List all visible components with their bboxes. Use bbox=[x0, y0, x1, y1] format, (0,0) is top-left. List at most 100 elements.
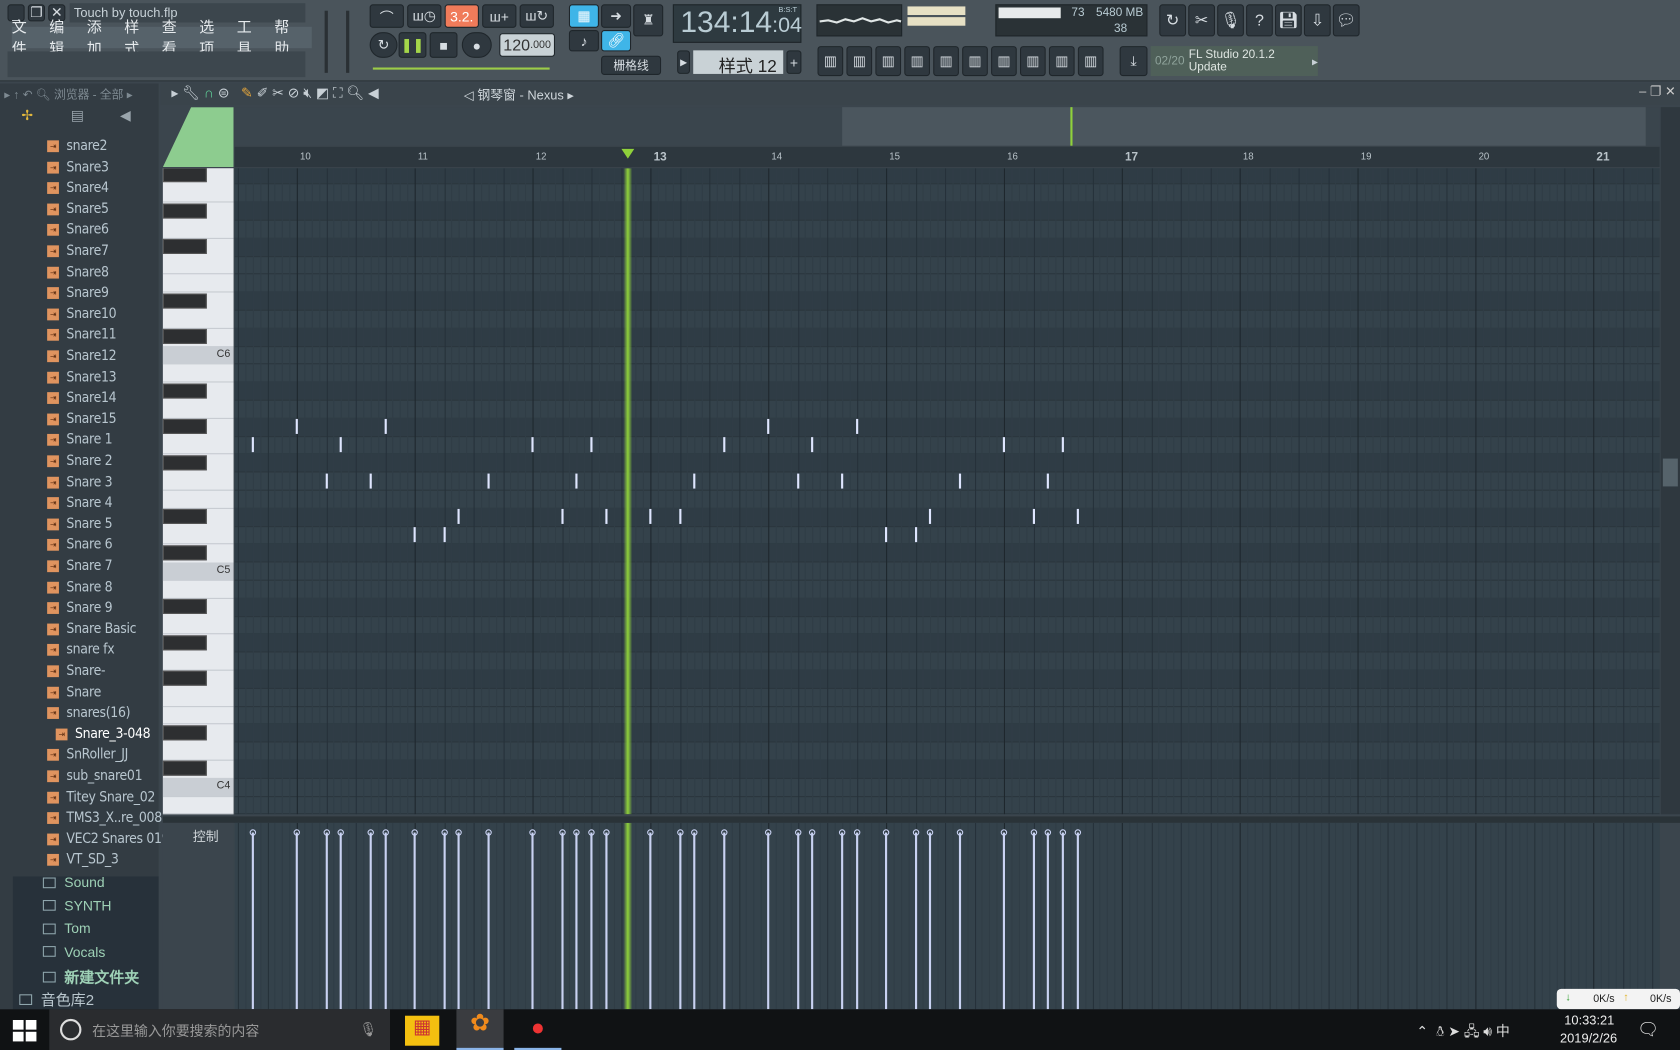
note[interactable] bbox=[1076, 509, 1079, 525]
bar-number[interactable]: 21 bbox=[1596, 151, 1609, 164]
browser-item[interactable]: ⇥ Snare4 bbox=[47, 178, 109, 198]
browser-folder[interactable]: Vocals bbox=[42, 943, 105, 959]
note[interactable] bbox=[384, 419, 387, 435]
browser-item[interactable]: ⇥ snare2 bbox=[47, 136, 108, 156]
piano-roll-tools[interactable]: ▸ 🔧︎ ∩ ⊜ ✎ ✐ ✂ ⊘ 🔇︎ ◩ ⛶ 🔍︎ ◀ bbox=[171, 85, 378, 102]
add-pattern-button[interactable]: + bbox=[786, 50, 802, 74]
record-audio-icon[interactable]: 🎙︎ bbox=[1217, 4, 1244, 37]
bar-number[interactable]: 10 bbox=[300, 151, 311, 162]
velocity-bar[interactable] bbox=[251, 832, 254, 1010]
tempo-field[interactable]: 120.000 bbox=[499, 33, 556, 57]
note[interactable] bbox=[531, 437, 534, 453]
typing-keyboard-icon[interactable]: ▦ bbox=[568, 4, 599, 28]
microphone-icon[interactable]: 🎙︎ bbox=[359, 1021, 377, 1038]
velocity-handle[interactable] bbox=[676, 828, 684, 836]
note[interactable] bbox=[339, 437, 343, 453]
arrow-right-icon[interactable]: ➜ bbox=[601, 4, 632, 28]
bar-number[interactable]: 19 bbox=[1361, 151, 1372, 162]
note[interactable] bbox=[443, 527, 446, 543]
note[interactable] bbox=[693, 473, 696, 489]
velocity-bar[interactable] bbox=[384, 832, 387, 1010]
velocity-bar[interactable] bbox=[560, 832, 564, 1010]
velocity-bar[interactable] bbox=[855, 832, 858, 1010]
browser-files-icon[interactable]: ▤ bbox=[71, 107, 84, 124]
note[interactable] bbox=[590, 437, 593, 453]
velocity-handle[interactable] bbox=[838, 828, 846, 836]
loop-record-icon[interactable]: ш↻ bbox=[519, 4, 554, 28]
pattern-picker-icon[interactable]: ▥ bbox=[817, 46, 844, 77]
velocity-bar[interactable] bbox=[722, 832, 726, 1010]
note[interactable] bbox=[649, 509, 652, 525]
bar-number[interactable]: 18 bbox=[1243, 151, 1254, 162]
browser-item[interactable]: ⇥ Snare 4 bbox=[47, 493, 113, 513]
velocity-handle[interactable] bbox=[381, 828, 389, 836]
pause-button[interactable]: ❚❚ bbox=[398, 32, 427, 58]
browser-all-icon[interactable]: ✢ bbox=[21, 107, 33, 124]
black-key[interactable] bbox=[162, 239, 207, 255]
note[interactable] bbox=[1032, 509, 1035, 525]
black-key[interactable] bbox=[162, 599, 207, 615]
browser-item[interactable]: ⇥ Snare12 bbox=[47, 346, 117, 366]
clock-date[interactable]: 2019/2/26 bbox=[1560, 1031, 1617, 1046]
note[interactable] bbox=[575, 473, 578, 489]
main-volume-knob-icon[interactable]: ♜ bbox=[633, 4, 664, 37]
note[interactable] bbox=[487, 473, 490, 489]
note[interactable] bbox=[413, 527, 416, 543]
bar-number[interactable]: 17 bbox=[1125, 151, 1138, 164]
velocity-bar[interactable] bbox=[958, 832, 961, 1010]
start-button[interactable] bbox=[12, 1020, 37, 1042]
pattern-song-toggle[interactable]: ↻ bbox=[369, 32, 398, 58]
browser-item[interactable]: ⇥ VT_SD_3 bbox=[47, 850, 119, 870]
browser-item[interactable]: ⇥ Snare13 bbox=[47, 367, 117, 387]
note[interactable] bbox=[885, 527, 888, 543]
touch-controller-icon[interactable]: ▥ bbox=[1020, 46, 1046, 77]
browser-item[interactable]: ⇥ Snare6 bbox=[47, 220, 109, 240]
clock-time[interactable]: 10:33:21 bbox=[1564, 1013, 1614, 1028]
note[interactable] bbox=[457, 509, 460, 525]
browser-folder[interactable]: Tom bbox=[42, 920, 91, 936]
velocity-handle[interactable] bbox=[794, 828, 801, 836]
velocity-bar[interactable] bbox=[649, 832, 652, 1010]
velocity-handle[interactable] bbox=[367, 828, 374, 836]
note[interactable] bbox=[605, 509, 608, 525]
browser-folder[interactable]: 新建文件夹 bbox=[42, 966, 139, 987]
pattern-prev-button[interactable]: ▸ bbox=[677, 50, 691, 74]
browser-item[interactable]: ⇥ Snare10 bbox=[47, 304, 117, 324]
wait-record-icon[interactable]: ш◷ bbox=[407, 4, 442, 28]
bar-number[interactable]: 12 bbox=[536, 151, 547, 162]
project-picker-icon[interactable]: ▥ bbox=[962, 46, 988, 77]
velocity-handle[interactable] bbox=[1000, 828, 1008, 836]
step-edit-icon[interactable]: ш+ bbox=[482, 4, 517, 28]
velocity-handle[interactable] bbox=[573, 828, 580, 836]
browser-folder[interactable]: Sound bbox=[42, 874, 105, 890]
velocity-handle[interactable] bbox=[529, 828, 536, 836]
note[interactable] bbox=[1047, 473, 1050, 489]
browser-item[interactable]: ⇥ Snare11 bbox=[47, 325, 117, 345]
browser-item[interactable]: ⇥ Snare9 bbox=[47, 283, 109, 303]
black-key[interactable] bbox=[162, 671, 207, 687]
velocity-handle[interactable] bbox=[323, 828, 330, 836]
velocity-handle[interactable] bbox=[411, 828, 418, 836]
velocity-bar[interactable] bbox=[1047, 832, 1050, 1010]
velocity-bar[interactable] bbox=[369, 832, 372, 1010]
velocity-bar[interactable] bbox=[885, 832, 888, 1010]
master-pitch-slider[interactable] bbox=[346, 10, 350, 73]
browser-icon[interactable]: ▥ bbox=[904, 46, 931, 77]
velocity-handle[interactable] bbox=[956, 828, 963, 836]
control-label[interactable]: 控制 bbox=[193, 827, 219, 845]
piano-roll-icon[interactable]: ▥ bbox=[875, 46, 902, 77]
velocity-bar[interactable] bbox=[325, 832, 328, 1010]
velocity-handle[interactable] bbox=[440, 828, 448, 836]
browser-item[interactable]: ⇥ Snare15 bbox=[47, 409, 117, 429]
velocity-bar[interactable] bbox=[929, 832, 932, 1010]
black-key[interactable] bbox=[162, 455, 207, 471]
bar-number[interactable]: 14 bbox=[771, 151, 782, 162]
playhead[interactable] bbox=[623, 168, 633, 815]
browser-item[interactable]: ⇥ SnRoller_JJ bbox=[47, 745, 128, 765]
window-controls[interactable]: – ❐ ✕ bbox=[1639, 84, 1676, 99]
browser-item[interactable]: ⇥ sub_snare01 bbox=[47, 766, 143, 786]
plugin-database-icon[interactable]: ▥ bbox=[991, 46, 1017, 77]
velocity-bar[interactable] bbox=[796, 832, 799, 1010]
layout-icon[interactable]: ▥ bbox=[1077, 46, 1104, 77]
stop-button[interactable]: ■ bbox=[429, 32, 458, 58]
